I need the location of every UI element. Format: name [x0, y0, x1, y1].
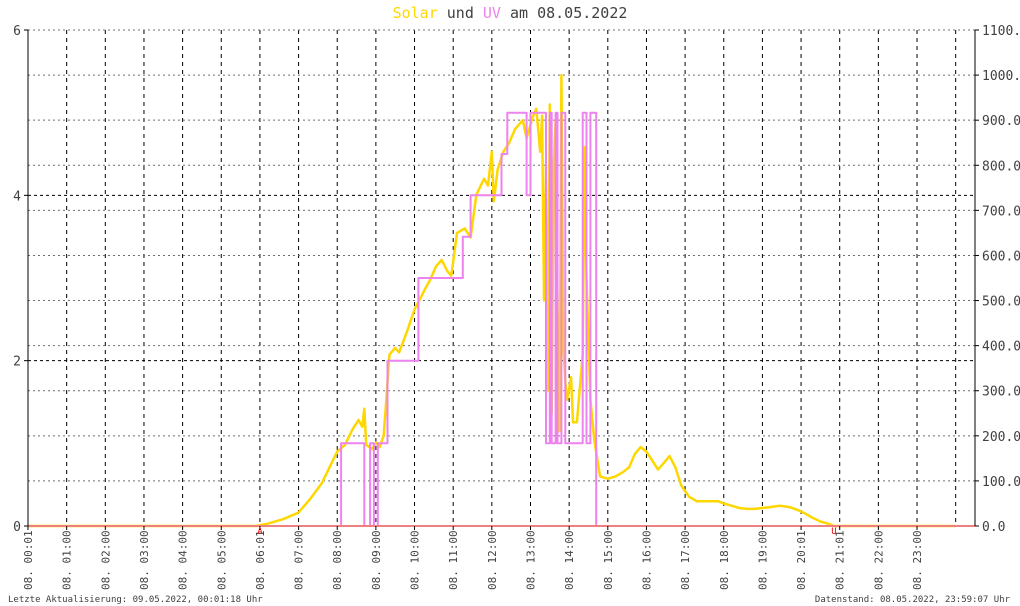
x-tick-label: 08. 12:00 [486, 530, 499, 590]
x-tick-label: 08. 03:00 [138, 530, 151, 590]
y-right-tick-label: 100.0 [982, 475, 1020, 490]
x-tick-label: 08. 01:00 [61, 530, 74, 590]
y-right-tick-label: 0.0 [982, 520, 1005, 535]
y-left-tick-label: 0 [13, 520, 21, 535]
x-tick-label: 08. 23:00 [911, 530, 924, 590]
x-tick-label: 08. 04:00 [177, 530, 190, 590]
tick-labels: 0 2 4 6 0.0 100.0 200.0 300.0 400.0 500.0 600.0 700… [13, 24, 1020, 590]
y-right-tick-label: 900.0 [982, 114, 1020, 129]
x-tick-label: 08. 05:00 [215, 530, 228, 590]
x-tick-label: 08. 07:00 [293, 530, 306, 590]
title-part: Solar [393, 4, 438, 22]
title-part: UV [483, 4, 501, 22]
y-right-tick-label: 1000.0 [982, 69, 1020, 84]
x-tick-label: 08. 16:00 [640, 530, 653, 590]
y-left-tick-label: 4 [13, 189, 21, 204]
y-right-tick-label: 500.0 [982, 295, 1020, 310]
x-tick-label: 08. 13:00 [524, 530, 537, 590]
y-right-tick-label: 800.0 [982, 159, 1020, 174]
x-tick-label: 08. 11:00 [447, 530, 460, 590]
marker-u: U [831, 527, 836, 537]
x-tick-label: 08. 09:00 [370, 530, 383, 590]
x-tick-label: 08. 20:01 [795, 530, 808, 590]
axes [24, 29, 979, 530]
x-tick-label: 08. 18:00 [718, 530, 731, 590]
x-tick-label: 08. 21:01 [834, 530, 847, 590]
x-tick-label: 08. 19:00 [756, 530, 769, 590]
y-right-tick-label: 400.0 [982, 340, 1020, 355]
y-left-tick-label: 2 [13, 355, 21, 370]
x-tick-label: 08. 06:01 [254, 530, 267, 590]
title-part: und [438, 4, 483, 22]
grid [28, 29, 975, 526]
chart-title: Solar und UV am 08.05.2022 [393, 4, 628, 22]
y-right-tick-label: 200.0 [982, 430, 1020, 445]
y-right-tick-label: 300.0 [982, 385, 1020, 400]
marker-a: A [257, 527, 263, 537]
footer-last-update: Letzte Aktualisierung: 09.05.2022, 00:01… [8, 595, 263, 605]
solar-uv-chart: 0 2 4 6 0.0 100.0 200.0 300.0 400.0 500.0 600.0 700… [8, 4, 1020, 605]
x-tick-label: 08. 17:00 [679, 530, 692, 590]
x-tick-label: 08. 08:00 [331, 530, 344, 590]
footer-data-state: Datenstand: 08.05.2022, 23:59:07 Uhr [815, 595, 1011, 605]
x-tick-label: 08. 10:00 [409, 530, 422, 590]
x-tick-label: 08. 00:01 [22, 530, 35, 590]
y-left-tick-label: 6 [13, 24, 21, 39]
y-right-tick-label: 1100.0 [982, 24, 1020, 39]
x-tick-label: 08. 02:00 [99, 530, 112, 590]
y-right-tick-label: 700.0 [982, 204, 1020, 219]
title-part: am 08.05.2022 [501, 4, 627, 22]
y-right-tick-label: 600.0 [982, 249, 1020, 264]
x-tick-label: 08. 22:00 [872, 530, 885, 590]
x-tick-label: 08. 14:00 [563, 530, 576, 590]
x-tick-label: 08. 15:00 [602, 530, 615, 590]
